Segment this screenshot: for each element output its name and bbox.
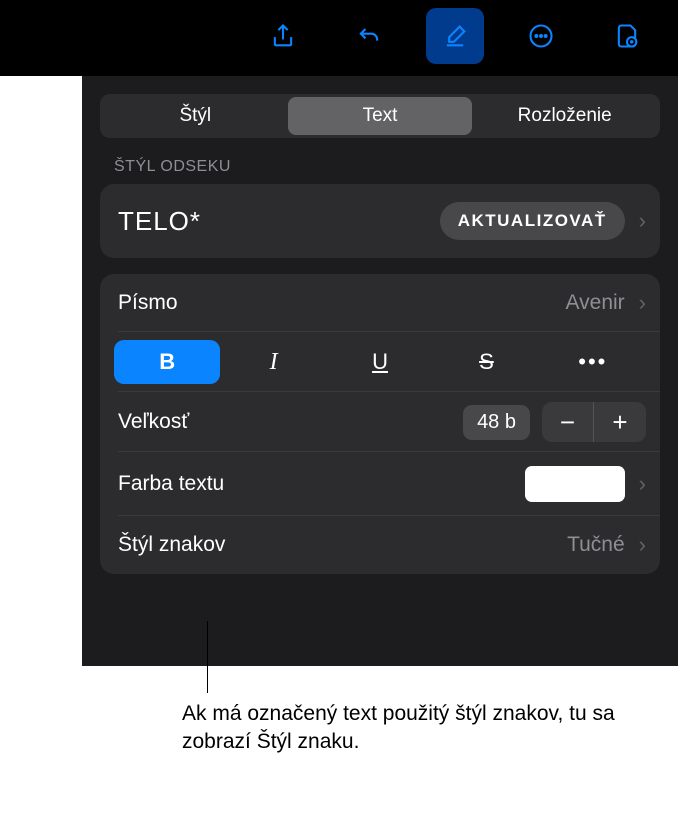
size-decrease-button[interactable]: − [542, 402, 594, 442]
document-button[interactable] [598, 8, 656, 64]
font-value: Avenir [566, 291, 625, 315]
format-button[interactable] [426, 8, 484, 64]
tab-text[interactable]: Text [288, 97, 473, 135]
more-button[interactable] [512, 8, 570, 64]
text-color-row[interactable]: Farba textu › [100, 452, 660, 516]
panel-tabs: Štýl Text Rozloženie [100, 94, 660, 138]
chevron-right-icon: › [639, 532, 646, 558]
callout-leader-line [207, 621, 208, 693]
chevron-right-icon: › [639, 471, 646, 497]
character-style-value: Tučné [567, 533, 625, 557]
character-style-row[interactable]: Štýl znakov Tučné › [100, 516, 660, 574]
text-color-label: Farba textu [118, 472, 515, 496]
font-label: Písmo [118, 291, 556, 315]
format-brush-icon [441, 22, 469, 50]
callout-text: Ak má označený text použitý štýl znakov,… [182, 665, 632, 757]
text-color-swatch[interactable] [525, 466, 625, 502]
update-button[interactable]: AKTUALIZOVAŤ [440, 202, 625, 240]
tab-layout[interactable]: Rozloženie [472, 97, 657, 135]
size-value[interactable]: 48 b [463, 405, 530, 440]
character-style-label: Štýl znakov [118, 533, 557, 557]
size-stepper: − + [542, 402, 646, 442]
underline-button[interactable]: U [327, 340, 433, 384]
undo-button[interactable] [340, 8, 398, 64]
more-icon [527, 22, 555, 50]
annotation-callout: Ak má označený text použitý štýl znakov,… [182, 665, 632, 757]
paragraph-style-row[interactable]: TELO* AKTUALIZOVAŤ › [100, 184, 660, 258]
document-canvas-edge [0, 76, 82, 666]
share-button[interactable] [254, 8, 312, 64]
paragraph-style-name: TELO* [118, 206, 430, 237]
document-icon [613, 22, 641, 50]
format-buttons-row: B I U S ••• [100, 332, 660, 392]
more-format-button[interactable]: ••• [540, 340, 646, 384]
italic-button[interactable]: I [220, 340, 326, 384]
chevron-right-icon: › [639, 290, 646, 316]
strikethrough-button[interactable]: S [433, 340, 539, 384]
size-label: Veľkosť [118, 410, 451, 434]
toolbar [0, 0, 678, 76]
app-frame: Štýl Text Rozloženie ŠTÝL ODSEKU TELO* A… [0, 0, 678, 666]
font-card: Písmo Avenir › B I U S ••• Veľkosť 48 b … [100, 274, 660, 574]
tab-style[interactable]: Štýl [103, 97, 288, 135]
bold-button[interactable]: B [114, 340, 220, 384]
paragraph-style-card: TELO* AKTUALIZOVAŤ › [100, 184, 660, 258]
content-area: Štýl Text Rozloženie ŠTÝL ODSEKU TELO* A… [0, 76, 678, 666]
paragraph-style-section: ŠTÝL ODSEKU TELO* AKTUALIZOVAŤ › [100, 154, 660, 258]
chevron-right-icon: › [639, 208, 646, 234]
paragraph-style-header: ŠTÝL ODSEKU [114, 158, 660, 176]
format-panel: Štýl Text Rozloženie ŠTÝL ODSEKU TELO* A… [82, 76, 678, 666]
size-row: Veľkosť 48 b − + [100, 392, 660, 452]
size-increase-button[interactable]: + [594, 402, 646, 442]
font-row[interactable]: Písmo Avenir › [100, 274, 660, 332]
share-icon [269, 22, 297, 50]
undo-icon [355, 22, 383, 50]
